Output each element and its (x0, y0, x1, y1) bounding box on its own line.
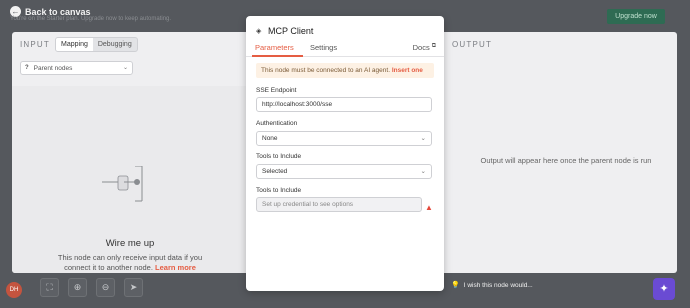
tools-to-include-value: Selected (262, 168, 288, 175)
cursor-button[interactable]: ➤ (124, 278, 143, 297)
wire-plug-icon (102, 166, 143, 202)
empty-state-text: This node can only receive input data if… (52, 253, 208, 273)
sse-endpoint-label: SSE Endpoint (256, 87, 297, 94)
zoom-out-button[interactable]: ⊖ (96, 278, 115, 297)
docs-label: Docs (412, 43, 430, 52)
empty-state-title: Wire me up (105, 238, 155, 249)
tools-options-label: Tools to Include (256, 187, 302, 194)
warning-icon: ▲ (425, 203, 433, 212)
sparkle-icon: ✦ (659, 283, 669, 295)
external-link-icon: ⧉ (431, 43, 436, 49)
plan-banner: You're on the Starter plan. Upgrade now … (10, 16, 172, 22)
upgrade-button[interactable]: Upgrade now (607, 9, 665, 24)
authentication-value: None (262, 135, 278, 142)
zoom-in-button[interactable]: ⊕ (68, 278, 87, 297)
output-panel-title: OUTPUT (452, 40, 493, 49)
tab-parameters[interactable]: Parameters (255, 43, 294, 52)
canvas-toolbar: ⛶ ⊕ ⊖ ➤ (40, 278, 143, 297)
tab-settings[interactable]: Settings (310, 43, 337, 52)
input-panel-title: INPUT (20, 40, 50, 49)
tab-mapping[interactable]: Mapping (56, 38, 93, 51)
output-empty-message: Output will appear here once the parent … (480, 156, 652, 165)
notice-text: This node must be connected to an AI age… (261, 67, 391, 74)
fit-view-button[interactable]: ⛶ (40, 278, 59, 297)
question-icon: ? (25, 65, 29, 71)
parent-nodes-select[interactable]: ? Parent nodes ⌄ (20, 61, 133, 75)
docs-link[interactable]: Docs ⧉ (413, 43, 436, 52)
input-empty-state: Wire me up This node can only receive in… (12, 86, 248, 273)
authentication-label: Authentication (256, 120, 298, 127)
avatar[interactable]: DH (6, 282, 22, 298)
lightbulb-icon: 💡 (451, 282, 460, 289)
output-panel: OUTPUT Output will appear here once the … (446, 32, 677, 273)
input-mode-toggle: Mapping Debugging (55, 37, 138, 52)
chevron-down-icon: ⌄ (420, 135, 426, 142)
active-tab-indicator (252, 55, 303, 57)
insert-one-link[interactable]: Insert one (392, 67, 423, 74)
node-panel-tabs: Parameters Settings Docs ⧉ (246, 42, 444, 57)
tools-to-include-label: Tools to Include (256, 153, 302, 160)
parent-nodes-value: Parent nodes (33, 64, 73, 72)
tools-options-select[interactable]: Set up credential to see options (256, 197, 422, 212)
ai-assistant-button[interactable]: ✦ (653, 278, 675, 300)
mcp-client-node-panel: ◈ MCP Client Parameters Settings Docs ⧉ … (246, 16, 444, 291)
chevron-down-icon: ⌄ (122, 65, 128, 71)
feedback-link[interactable]: 💡 I wish this node would... (451, 281, 533, 290)
back-to-canvas-label: Back to canvas (25, 6, 91, 17)
authentication-select[interactable]: None ⌄ (256, 131, 432, 146)
chevron-down-icon: ⌄ (420, 168, 426, 175)
upgrade-label: Upgrade now (615, 13, 657, 20)
tools-to-include-select[interactable]: Selected ⌄ (256, 164, 432, 179)
feedback-label: I wish this node would... (463, 281, 533, 289)
node-title[interactable]: MCP Client (268, 26, 313, 36)
input-panel: INPUT Mapping Debugging ? Parent nodes ⌄… (12, 32, 248, 273)
ai-agent-notice: This node must be connected to an AI age… (256, 63, 434, 78)
mcp-node-icon: ◈ (256, 28, 262, 35)
learn-more-link[interactable]: Learn more (155, 263, 196, 272)
tab-debugging[interactable]: Debugging (93, 38, 137, 51)
avatar-initials: DH (9, 287, 19, 293)
sse-endpoint-input[interactable]: http://localhost:3000/sse (256, 97, 432, 112)
